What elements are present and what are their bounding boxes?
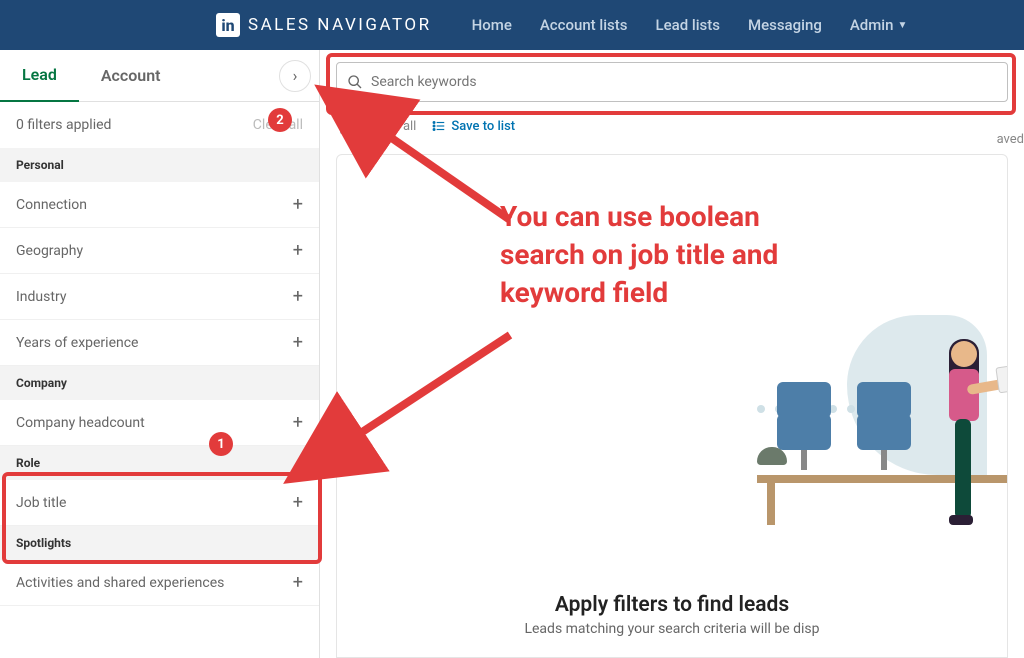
nav-lead-lists[interactable]: Lead lists: [655, 16, 719, 34]
clear-all-button[interactable]: Clear all: [253, 117, 303, 133]
filter-status-row: 0 filters applied Clear all: [0, 102, 319, 148]
section-spotlights: Spotlights: [0, 526, 319, 560]
filter-label: Geography: [16, 243, 83, 259]
app-header: in SALES NAVIGATOR Home Account lists Le…: [0, 0, 1024, 50]
filter-job-title[interactable]: Job title +: [0, 480, 319, 526]
nav-account-lists[interactable]: Account lists: [540, 16, 628, 34]
filter-label: Job title: [16, 495, 66, 511]
section-personal: Personal: [0, 148, 319, 182]
filter-geography[interactable]: Geography +: [0, 228, 319, 274]
filter-label: Activities and shared experiences: [16, 575, 224, 591]
save-to-list-label: Save to list: [451, 119, 515, 134]
search-row: [320, 50, 1024, 108]
section-role: Role: [0, 446, 319, 480]
empty-subtitle: Leads matching your search criteria will…: [524, 621, 819, 637]
nav-links: Home Account lists Lead lists Messaging …: [472, 16, 908, 34]
filter-activities[interactable]: Activities and shared experiences +: [0, 560, 319, 606]
plus-icon: +: [293, 332, 303, 353]
logo: in SALES NAVIGATOR: [216, 13, 432, 37]
nav-messaging[interactable]: Messaging: [748, 16, 822, 34]
filter-label: Years of experience: [16, 335, 138, 351]
filter-years-experience[interactable]: Years of experience +: [0, 320, 319, 366]
results-empty-state: Apply filters to find leads Leads matchi…: [336, 154, 1008, 658]
empty-illustration: [757, 295, 1008, 525]
filter-connection[interactable]: Connection +: [0, 182, 319, 228]
nav-home[interactable]: Home: [472, 16, 512, 34]
linkedin-in-icon: in: [216, 13, 240, 37]
tab-lead[interactable]: Lead: [0, 50, 79, 102]
plus-icon: +: [293, 572, 303, 593]
filter-label: Connection: [16, 197, 87, 213]
filter-label: Industry: [16, 289, 66, 305]
saved-indicator: aved: [997, 132, 1024, 147]
plus-icon: +: [293, 492, 303, 513]
tab-account[interactable]: Account: [79, 50, 183, 102]
nav-admin-label: Admin: [850, 16, 894, 34]
main: Lead Account › 0 filters applied Clear a…: [0, 50, 1024, 658]
select-all[interactable]: Select all: [340, 118, 416, 134]
logo-text: SALES NAVIGATOR: [248, 15, 432, 35]
save-to-list-button[interactable]: Save to list: [432, 119, 515, 134]
content-pane: aved Select all Save to list: [320, 50, 1024, 658]
plus-icon: +: [293, 194, 303, 215]
entity-tabs: Lead Account ›: [0, 50, 319, 102]
nav-admin[interactable]: Admin ▼: [850, 16, 908, 34]
chevron-right-icon: ›: [293, 66, 298, 85]
section-company: Company: [0, 366, 319, 400]
list-icon: [432, 119, 446, 133]
plus-icon: +: [293, 286, 303, 307]
empty-title: Apply filters to find leads: [555, 593, 789, 617]
results-toolbar: Select all Save to list: [320, 108, 1024, 144]
select-all-checkbox[interactable]: [340, 118, 356, 134]
filter-label: Company headcount: [16, 415, 145, 431]
filters-applied-label: 0 filters applied: [16, 117, 111, 133]
filter-company-headcount[interactable]: Company headcount +: [0, 400, 319, 446]
plus-icon: +: [293, 240, 303, 261]
collapse-sidebar-button[interactable]: ›: [279, 60, 311, 92]
filter-sidebar: Lead Account › 0 filters applied Clear a…: [0, 50, 320, 658]
search-bar[interactable]: [336, 62, 1008, 102]
plus-icon: +: [293, 412, 303, 433]
search-input[interactable]: [371, 74, 997, 90]
chevron-down-icon: ▼: [897, 20, 907, 31]
search-icon: [347, 74, 363, 90]
select-all-label: Select all: [364, 119, 416, 134]
filter-industry[interactable]: Industry +: [0, 274, 319, 320]
